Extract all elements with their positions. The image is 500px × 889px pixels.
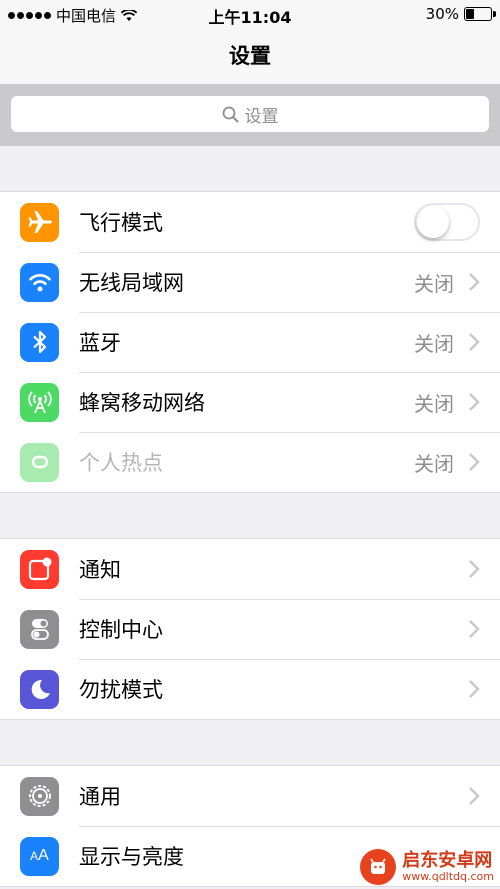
airplane-icon xyxy=(20,202,59,242)
do-not-disturb-icon xyxy=(20,669,59,709)
top-bar: 中国电信 上午11:04 30% 设置 xyxy=(0,0,500,84)
search-bar-container: 设置 xyxy=(0,84,500,146)
status-bar: 中国电信 上午11:04 30% xyxy=(0,0,500,30)
hotspot-icon xyxy=(20,442,59,482)
search-icon xyxy=(222,106,238,122)
search-input[interactable]: 设置 xyxy=(11,96,489,132)
battery-percent: 30% xyxy=(425,5,459,23)
row-bluetooth[interactable]: 蓝牙 关闭 xyxy=(0,312,500,372)
general-label: 通用 xyxy=(79,785,121,809)
settings-group-connectivity: 飞行模式 无线局域网 关闭 蓝牙 关闭 蜂窝移动网络 关闭 个人热点 关闭 xyxy=(0,191,500,493)
page-title: 设置 xyxy=(229,44,271,68)
hotspot-label: 个人热点 xyxy=(79,451,163,475)
bluetooth-value: 关闭 xyxy=(414,331,454,356)
airplane-mode-label: 飞行模式 xyxy=(79,211,163,235)
row-personal-hotspot[interactable]: 个人热点 关闭 xyxy=(0,432,500,492)
control-center-label: 控制中心 xyxy=(79,618,163,642)
notifications-icon xyxy=(20,549,59,589)
do-not-disturb-label: 勿扰模式 xyxy=(79,678,163,702)
cellular-value: 关闭 xyxy=(414,391,454,416)
row-notifications[interactable]: 通知 xyxy=(0,539,500,599)
bluetooth-icon xyxy=(20,322,59,362)
search-placeholder: 设置 xyxy=(244,106,279,127)
row-airplane-mode[interactable]: 飞行模式 xyxy=(0,192,500,252)
cellular-label: 蜂窝移动网络 xyxy=(79,391,205,415)
airplane-mode-toggle[interactable] xyxy=(414,203,480,241)
cellular-icon xyxy=(20,382,59,422)
wifi-label: 无线局域网 xyxy=(79,271,184,295)
wifi-value: 关闭 xyxy=(414,271,454,296)
wifi-icon xyxy=(20,262,59,302)
bluetooth-label: 蓝牙 xyxy=(79,331,121,355)
chevron-right-icon xyxy=(469,393,480,411)
row-wifi[interactable]: 无线局域网 关闭 xyxy=(0,252,500,312)
chevron-right-icon xyxy=(469,560,480,578)
notifications-label: 通知 xyxy=(79,558,121,582)
watermark-url: www.qdltdq.com xyxy=(402,869,494,883)
watermark: 启东安卓网 www.qdltdq.com xyxy=(360,849,494,885)
chevron-right-icon xyxy=(469,680,480,698)
chevron-right-icon xyxy=(469,273,480,291)
chevron-right-icon xyxy=(469,333,480,351)
general-icon xyxy=(20,776,59,816)
watermark-logo-icon xyxy=(360,849,397,885)
chevron-right-icon xyxy=(469,620,480,638)
display-icon: AA xyxy=(20,836,59,876)
chevron-right-icon xyxy=(469,453,480,471)
battery-icon xyxy=(464,7,496,21)
hotspot-value: 关闭 xyxy=(414,451,454,476)
watermark-title: 启东安卓网 xyxy=(402,850,493,872)
settings-group-notifications: 通知 控制中心 勿扰模式 xyxy=(0,538,500,720)
row-cellular[interactable]: 蜂窝移动网络 关闭 xyxy=(0,372,500,432)
chevron-right-icon xyxy=(469,787,480,805)
control-center-icon xyxy=(20,609,59,649)
row-control-center[interactable]: 控制中心 xyxy=(0,599,500,659)
row-do-not-disturb[interactable]: 勿扰模式 xyxy=(0,659,500,719)
row-general[interactable]: 通用 xyxy=(0,766,500,826)
